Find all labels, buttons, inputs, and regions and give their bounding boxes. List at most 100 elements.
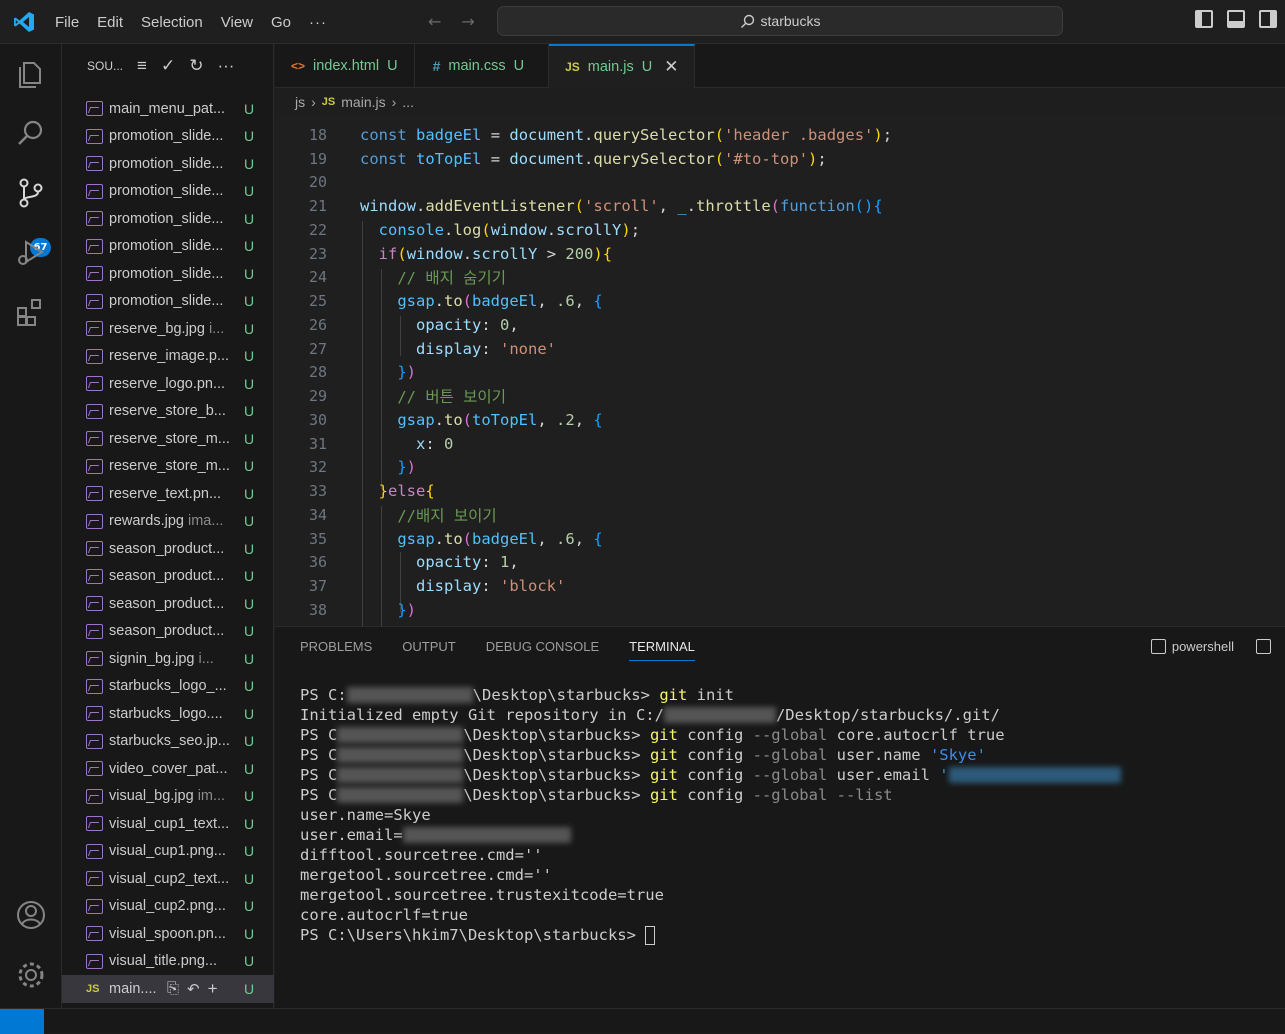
list-item[interactable]: promotion_slide... U xyxy=(62,233,274,261)
image-file-icon xyxy=(86,376,103,392)
list-item[interactable]: starbucks_logo.... U xyxy=(62,700,274,728)
tab-main-css[interactable]: # main.css U xyxy=(415,44,550,88)
list-item[interactable]: visual_cup2_text... U xyxy=(62,865,274,893)
list-item[interactable]: promotion_slide... U xyxy=(62,123,274,151)
settings-gear-icon[interactable] xyxy=(14,958,48,992)
list-item[interactable]: reserve_store_b... U xyxy=(62,398,274,426)
file-name: season_product... xyxy=(109,568,239,584)
toggle-sidebar-icon[interactable] xyxy=(1195,10,1213,28)
list-item[interactable]: promotion_slide... U xyxy=(62,178,274,206)
code-editor[interactable]: 18 const badgeEl = document.querySelector… xyxy=(275,114,1285,626)
search-icon[interactable] xyxy=(14,116,48,150)
list-item-selected[interactable]: JS main.... ⎘ ↶ + U xyxy=(62,975,274,1003)
list-item[interactable]: season_product... U xyxy=(62,618,274,646)
forward-arrow-icon[interactable]: → xyxy=(461,12,474,31)
list-item[interactable]: season_product... U xyxy=(62,563,274,591)
menu-more[interactable]: ··· xyxy=(309,14,327,31)
menu-edit[interactable]: Edit xyxy=(97,14,123,31)
explorer-icon[interactable] xyxy=(14,56,48,90)
command-args: user.name xyxy=(827,746,930,764)
list-item[interactable]: promotion_slide... U xyxy=(62,150,274,178)
list-item[interactable]: video_cover_pat... U xyxy=(62,755,274,783)
close-tab-icon[interactable]: ✕ xyxy=(664,57,678,77)
breadcrumb-file[interactable]: main.js xyxy=(341,94,385,110)
tab-main-js[interactable]: JS main.js U ✕ xyxy=(549,44,696,88)
tab-output[interactable]: OUTPUT xyxy=(402,639,455,661)
command-center-search[interactable]: starbucks xyxy=(497,6,1063,36)
list-item[interactable]: visual_spoon.pn... U xyxy=(62,920,274,948)
toggle-secondary-sidebar-icon[interactable] xyxy=(1259,10,1277,28)
back-arrow-icon[interactable]: ← xyxy=(428,12,441,31)
terminal-selector[interactable]: powershell xyxy=(1150,639,1271,654)
list-item[interactable]: visual_cup1_text... U xyxy=(62,810,274,838)
list-item[interactable]: season_product... U xyxy=(62,590,274,618)
list-item[interactable]: promotion_slide... U xyxy=(62,205,274,233)
remote-indicator[interactable] xyxy=(0,1009,44,1034)
list-item[interactable]: promotion_slide... U xyxy=(62,288,274,316)
split-terminal-icon[interactable] xyxy=(1256,639,1271,654)
breadcrumb-folder[interactable]: js xyxy=(295,94,305,110)
list-item[interactable]: main_menu_pat... U xyxy=(62,95,274,123)
terminal-output[interactable]: PS C: \Desktop\starbucks> git init Initia… xyxy=(300,685,1121,945)
menu-view[interactable]: View xyxy=(221,14,253,31)
list-item[interactable]: starbucks_seo.jp... U xyxy=(62,728,274,756)
list-item[interactable]: promotion_slide... U xyxy=(62,260,274,288)
terminal-line: mergetool.sourcetree.trustexitcode=true xyxy=(300,886,664,904)
refresh-icon[interactable]: ↻ xyxy=(189,56,203,76)
file-name-text: reserve_text.pn... xyxy=(109,485,222,502)
toggle-panel-icon[interactable] xyxy=(1227,10,1245,28)
extensions-icon[interactable] xyxy=(14,296,48,330)
menu-file[interactable]: File xyxy=(55,14,79,31)
line-number: 35 xyxy=(308,529,327,548)
tab-problems[interactable]: PROBLEMS xyxy=(300,639,372,661)
file-path-hint: ima... xyxy=(187,513,224,530)
line-number: 24 xyxy=(308,267,327,286)
tab-index-html[interactable]: <> index.html U xyxy=(275,44,415,88)
image-file-icon xyxy=(86,706,103,722)
list-item[interactable]: reserve_store_m... U xyxy=(62,425,274,453)
line-number: 33 xyxy=(308,481,327,500)
source-control-icon[interactable] xyxy=(14,176,48,210)
view-as-list-icon[interactable]: ≡ xyxy=(137,56,147,76)
list-item[interactable]: starbucks_logo_... U xyxy=(62,673,274,701)
run-debug-icon[interactable] xyxy=(14,236,48,270)
list-item[interactable]: reserve_bg.jpg i... U xyxy=(62,315,274,343)
file-path-hint: i... xyxy=(198,650,214,667)
nav-arrows: ← → xyxy=(428,12,475,31)
tab-debug-console[interactable]: DEBUG CONSOLE xyxy=(486,639,599,661)
list-item[interactable]: reserve_image.p... U xyxy=(62,343,274,371)
redacted-text xyxy=(337,747,464,763)
tab-terminal[interactable]: TERMINAL xyxy=(629,639,695,661)
file-name: promotion_slide... xyxy=(109,128,239,144)
list-item[interactable]: reserve_logo.pn... U xyxy=(62,370,274,398)
list-item[interactable]: visual_cup1.png... U xyxy=(62,838,274,866)
accounts-icon[interactable] xyxy=(14,898,48,932)
list-item[interactable]: visual_title.png... U xyxy=(62,948,274,976)
more-actions-icon[interactable]: ··· xyxy=(217,56,234,76)
list-item[interactable]: reserve_text.pn... U xyxy=(62,480,274,508)
open-file-icon[interactable]: ⎘ xyxy=(167,980,179,997)
commit-check-icon[interactable]: ✓ xyxy=(161,56,175,76)
file-name: visual_cup1.png... xyxy=(109,843,239,859)
image-file-icon xyxy=(86,513,103,529)
file-status: U xyxy=(244,485,255,502)
redacted-text xyxy=(346,687,473,703)
discard-changes-icon[interactable]: ↶ xyxy=(187,980,200,998)
command: git xyxy=(649,766,678,784)
file-status: U xyxy=(244,788,255,805)
stage-changes-icon[interactable]: + xyxy=(208,979,218,999)
vscode-logo-icon xyxy=(14,12,34,32)
list-item[interactable]: season_product... U xyxy=(62,535,274,563)
breadcrumb-symbol[interactable]: ... xyxy=(402,94,414,110)
menu-go[interactable]: Go xyxy=(271,14,291,31)
list-item[interactable]: visual_cup2.png... U xyxy=(62,893,274,921)
sidebar-title: SOU... xyxy=(87,59,124,73)
menu-selection[interactable]: Selection xyxy=(141,14,203,31)
list-item[interactable]: reserve_store_m... U xyxy=(62,453,274,481)
list-item[interactable]: rewards.jpg ima... U xyxy=(62,508,274,536)
command-args: config xyxy=(677,746,753,764)
file-name-text: reserve_store_m... xyxy=(109,458,230,475)
list-item[interactable]: signin_bg.jpg i... U xyxy=(62,645,274,673)
file-name-text: starbucks_logo.... xyxy=(109,705,223,722)
list-item[interactable]: visual_bg.jpg im... U xyxy=(62,783,274,811)
